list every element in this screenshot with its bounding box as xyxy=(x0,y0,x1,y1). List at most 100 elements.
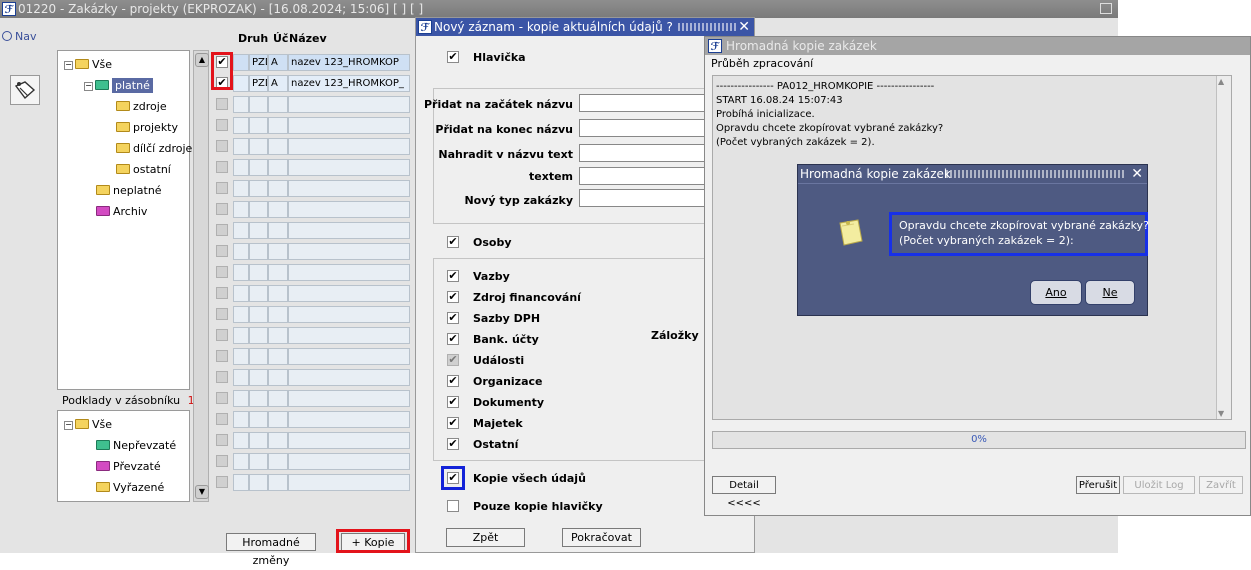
tree-item-dilci-zdroje[interactable]: dílčí zdroje xyxy=(116,142,192,156)
cell-uc[interactable] xyxy=(268,180,288,197)
cell-druh[interactable] xyxy=(249,243,268,260)
ulozit-log-button[interactable]: Uložit Log xyxy=(1123,476,1195,494)
cell-uc[interactable] xyxy=(268,306,288,323)
row-checkbox[interactable] xyxy=(216,119,228,131)
cell-nazev[interactable] xyxy=(288,306,410,323)
cell-druh[interactable] xyxy=(249,369,268,386)
cell-uc[interactable] xyxy=(268,453,288,470)
zalozka-checkbox[interactable]: ✔ xyxy=(447,291,459,303)
row-checkbox[interactable] xyxy=(216,224,228,236)
cell-marker[interactable] xyxy=(233,474,249,491)
cell-marker[interactable] xyxy=(233,285,249,302)
cell-uc[interactable] xyxy=(268,474,288,491)
scroll-down-icon[interactable]: ▼ xyxy=(195,485,209,499)
tree-item-projekty[interactable]: projekty xyxy=(116,121,178,135)
podklady-prevzate[interactable]: Převzaté xyxy=(96,460,161,474)
row-checkbox[interactable] xyxy=(216,98,228,110)
cell-marker[interactable] xyxy=(233,54,249,71)
cell-druh[interactable] xyxy=(249,201,268,218)
cell-uc[interactable]: A xyxy=(268,54,288,71)
scroll-up-icon[interactable]: ▲ xyxy=(195,53,209,67)
cell-nazev[interactable] xyxy=(288,474,410,491)
continue-button[interactable]: Pokračovat xyxy=(562,528,641,547)
cell-uc[interactable] xyxy=(268,369,288,386)
row-checkbox[interactable] xyxy=(216,266,228,278)
no-button[interactable]: Ne xyxy=(1085,280,1135,305)
detail-button[interactable]: Detail <<<< xyxy=(712,476,776,509)
cell-druh[interactable]: PZD xyxy=(249,54,268,71)
cell-uc[interactable] xyxy=(268,285,288,302)
hromadne-zmeny-button[interactable]: Hromadné změny xyxy=(226,533,316,567)
zalozka-checkbox[interactable]: ✔ xyxy=(447,438,459,450)
cell-uc[interactable] xyxy=(268,222,288,239)
row-checkbox[interactable] xyxy=(216,455,228,467)
cell-druh[interactable] xyxy=(249,96,268,113)
zalozka-checkbox[interactable]: ✔ xyxy=(447,396,459,408)
cell-uc[interactable] xyxy=(268,96,288,113)
cell-marker[interactable] xyxy=(233,306,249,323)
cell-marker[interactable] xyxy=(233,264,249,281)
tree-item-zdroje[interactable]: zdroje xyxy=(116,100,167,114)
hlavicka-checkbox[interactable]: ✔ xyxy=(447,51,459,63)
cell-uc[interactable] xyxy=(268,390,288,407)
tree-item-root[interactable]: − Vše xyxy=(64,58,112,72)
cell-nazev[interactable] xyxy=(288,432,410,449)
cell-marker[interactable] xyxy=(233,180,249,197)
zalozka-checkbox[interactable]: ✔ xyxy=(447,312,459,324)
cell-nazev[interactable] xyxy=(288,369,410,386)
scroll-up-icon[interactable]: ▲ xyxy=(1218,77,1224,86)
zalozka-checkbox[interactable]: ✔ xyxy=(447,417,459,429)
tree-item-ostatni[interactable]: ostatní xyxy=(116,163,171,177)
cell-druh[interactable] xyxy=(249,159,268,176)
restore-icon[interactable] xyxy=(1100,3,1112,14)
row-checkbox[interactable] xyxy=(216,392,228,404)
cell-druh[interactable] xyxy=(249,180,268,197)
cell-druh[interactable] xyxy=(249,117,268,134)
grid-scrollbar[interactable]: ▲ ▼ xyxy=(193,50,209,502)
cell-nazev[interactable] xyxy=(288,327,410,344)
cell-marker[interactable] xyxy=(233,222,249,239)
cell-uc[interactable]: A xyxy=(268,75,288,92)
cell-druh[interactable] xyxy=(249,411,268,428)
cell-druh[interactable] xyxy=(249,453,268,470)
cell-druh[interactable] xyxy=(249,306,268,323)
row-checkbox[interactable] xyxy=(216,329,228,341)
cell-nazev[interactable] xyxy=(288,285,410,302)
back-button[interactable]: Zpět xyxy=(446,528,525,547)
row-checkbox[interactable] xyxy=(216,203,228,215)
zalozka-checkbox[interactable]: ✔ xyxy=(447,354,459,366)
zalozka-checkbox[interactable]: ✔ xyxy=(447,333,459,345)
cell-uc[interactable] xyxy=(268,138,288,155)
cell-nazev[interactable] xyxy=(288,390,410,407)
cell-nazev[interactable] xyxy=(288,348,410,365)
row-checkbox[interactable] xyxy=(216,245,228,257)
cell-nazev[interactable] xyxy=(288,222,410,239)
cell-marker[interactable] xyxy=(233,390,249,407)
cell-nazev[interactable]: nazev 123_HROMKOP_ xyxy=(288,75,410,92)
cell-nazev[interactable]: nazev 123_HROMKOP xyxy=(288,54,410,71)
cell-marker[interactable] xyxy=(233,348,249,365)
cell-druh[interactable]: PZD xyxy=(249,75,268,92)
cell-nazev[interactable] xyxy=(288,159,410,176)
podklady-neprevzate[interactable]: Nepřevzaté xyxy=(96,439,176,453)
cell-uc[interactable] xyxy=(268,243,288,260)
cell-uc[interactable] xyxy=(268,201,288,218)
cell-uc[interactable] xyxy=(268,159,288,176)
pouze-hlavicky-checkbox[interactable] xyxy=(447,500,459,512)
podklady-vyrazene[interactable]: Vyřazené xyxy=(96,481,164,495)
cell-nazev[interactable] xyxy=(288,96,410,113)
cell-marker[interactable] xyxy=(233,369,249,386)
cell-nazev[interactable] xyxy=(288,180,410,197)
cell-nazev[interactable] xyxy=(288,201,410,218)
tree-item-archiv[interactable]: Archiv xyxy=(96,205,147,219)
row-checkbox[interactable] xyxy=(216,350,228,362)
cell-marker[interactable] xyxy=(233,138,249,155)
cell-marker[interactable] xyxy=(233,327,249,344)
cell-druh[interactable] xyxy=(249,285,268,302)
row-checkbox[interactable] xyxy=(216,308,228,320)
cell-uc[interactable] xyxy=(268,411,288,428)
cell-nazev[interactable] xyxy=(288,117,410,134)
cell-nazev[interactable] xyxy=(288,453,410,470)
cell-uc[interactable] xyxy=(268,348,288,365)
log-scrollbar[interactable]: ▲ ▼ xyxy=(1216,76,1231,419)
